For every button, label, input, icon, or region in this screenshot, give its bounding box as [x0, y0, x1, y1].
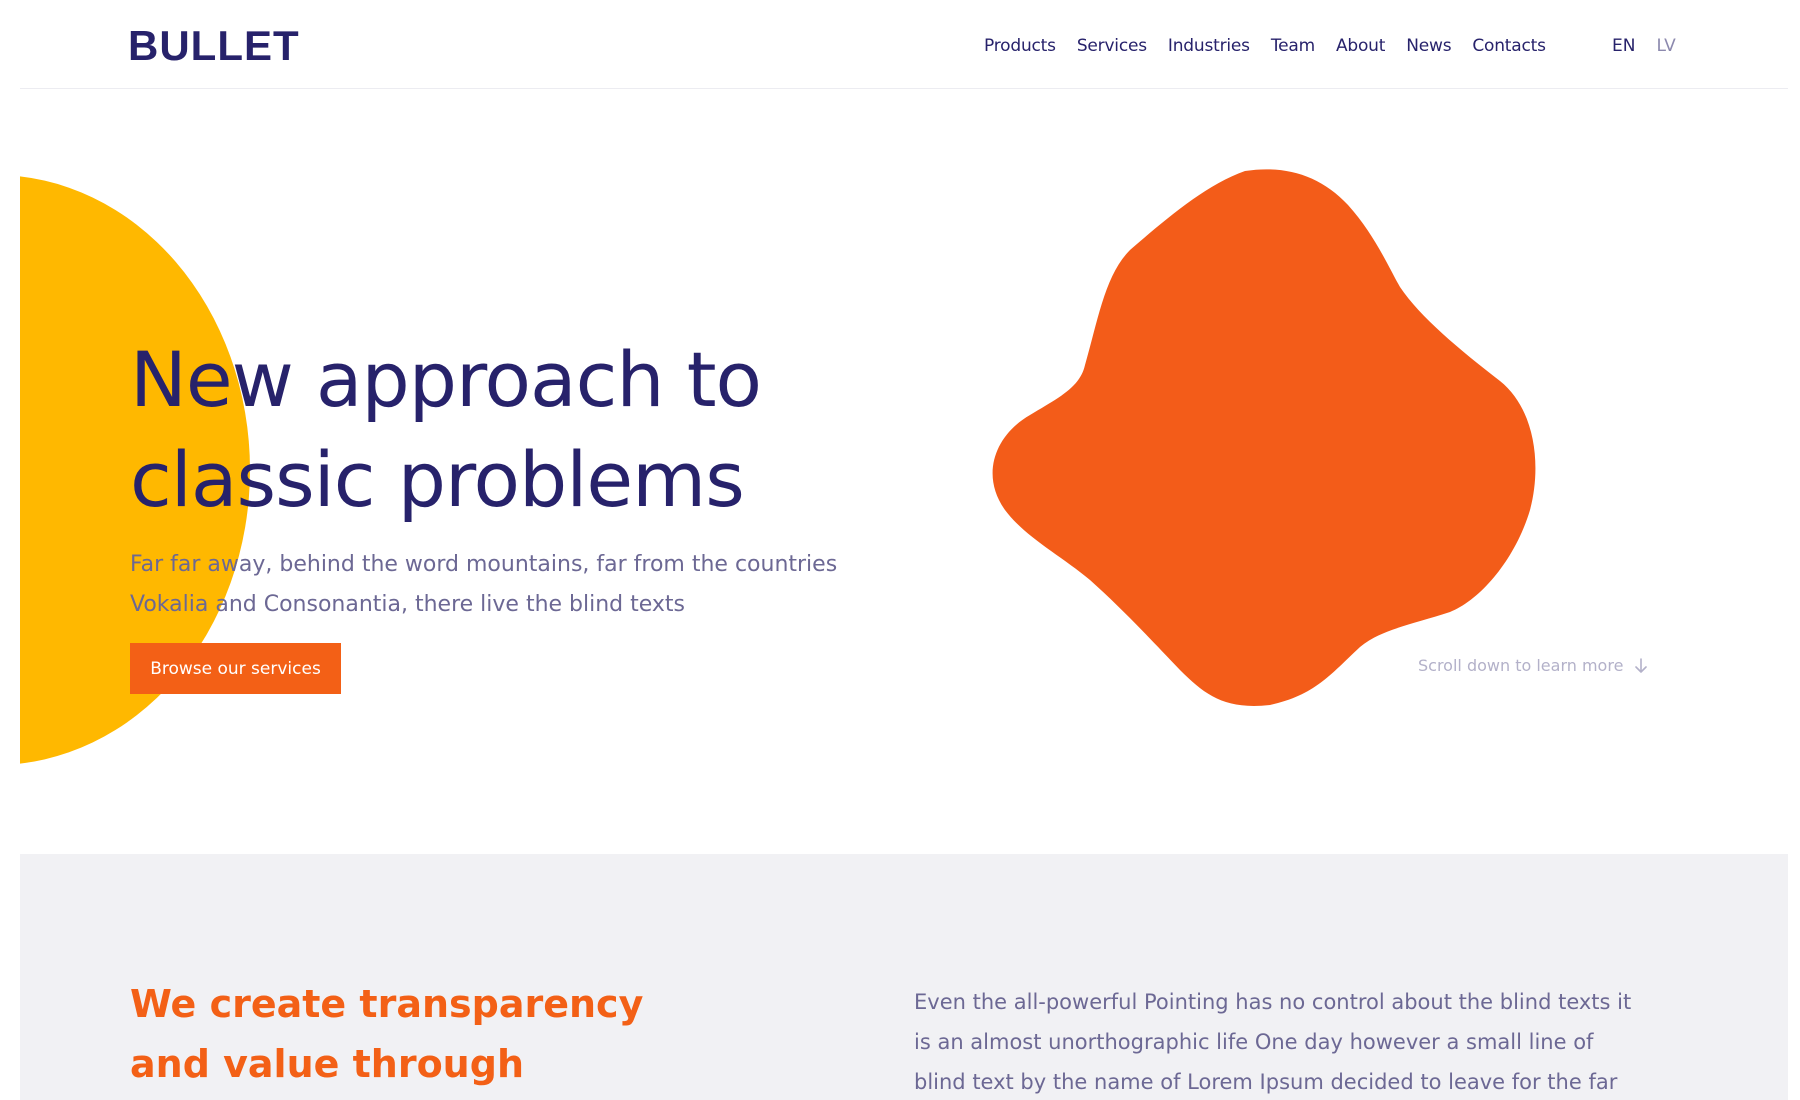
- nav-item-news[interactable]: News: [1406, 34, 1451, 58]
- nav-item-about[interactable]: About: [1336, 34, 1385, 58]
- hero-title: New approach to classic problems: [130, 330, 930, 530]
- orange-blob-decoration: [992, 169, 1536, 706]
- hero-title-line2: classic problems: [130, 435, 745, 524]
- section-text: Even the all-powerful Pointing has no co…: [914, 982, 1704, 1100]
- intro-section: We create transparency and value through…: [20, 854, 1788, 1100]
- main-nav: Products Services Industries Team About …: [984, 34, 1567, 58]
- hero-subtitle-line2: Vokalia and Consonantia, there live the …: [130, 592, 686, 617]
- section-text-line1: Even the all-powerful Pointing has no co…: [914, 990, 1632, 1014]
- hero-subtitle: Far far away, behind the word mountains,…: [130, 545, 890, 625]
- hero-subtitle-line1: Far far away, behind the word mountains,…: [130, 552, 838, 577]
- scroll-down-link[interactable]: Scroll down to learn more: [1418, 656, 1648, 675]
- page-frame: BULLET Products Services Industries Team…: [20, 0, 1788, 1100]
- hero-title-line1: New approach to: [130, 335, 762, 424]
- lang-en[interactable]: EN: [1612, 34, 1635, 58]
- nav-item-contacts[interactable]: Contacts: [1472, 34, 1546, 58]
- lang-lv[interactable]: LV: [1656, 34, 1675, 58]
- section-text-line2: is an almost unorthographic life One day…: [914, 1030, 1594, 1054]
- nav-item-industries[interactable]: Industries: [1168, 34, 1250, 58]
- scroll-hint-label: Scroll down to learn more: [1418, 656, 1624, 675]
- browse-services-button[interactable]: Browse our services: [130, 643, 341, 694]
- nav-item-services[interactable]: Services: [1077, 34, 1147, 58]
- section-text-line3: blind text by the name of Lorem Ipsum de…: [914, 1070, 1618, 1094]
- section-title: We create transparency and value through: [130, 974, 750, 1094]
- section-title-line2: and value through: [130, 1042, 524, 1086]
- arrow-down-icon: [1635, 657, 1648, 673]
- nav-item-products[interactable]: Products: [984, 34, 1056, 58]
- nav-item-team[interactable]: Team: [1271, 34, 1315, 58]
- language-switcher: EN LV: [1612, 34, 1697, 58]
- site-header: BULLET Products Services Industries Team…: [20, 0, 1788, 89]
- section-title-line1: We create transparency: [130, 982, 644, 1026]
- logo[interactable]: BULLET: [128, 22, 300, 70]
